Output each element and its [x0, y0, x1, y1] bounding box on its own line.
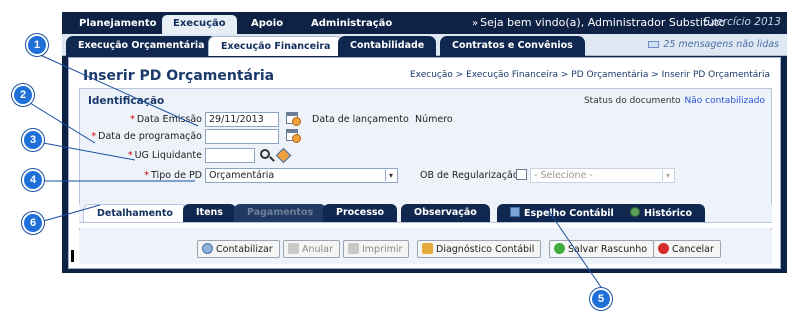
detail-tabs: Detalhamento Itens Pagamentos Processo O…: [79, 204, 772, 222]
chevron-down-icon: ▾: [385, 170, 396, 181]
menu-administracao[interactable]: Administração: [300, 15, 403, 34]
status-value: Não contabilizado: [684, 96, 766, 106]
welcome-message: » Seja bem vindo(a), Administrador Substi…: [472, 16, 725, 29]
salvar-rascunho-button[interactable]: Salvar Rascunho: [549, 240, 655, 258]
callout-4: 4: [22, 169, 44, 191]
data-emissao-input[interactable]: [205, 112, 279, 127]
main-menu-bar: Planejamento Execução Apoio Administraçã…: [62, 12, 787, 34]
tab-processo[interactable]: Processo: [323, 204, 398, 222]
calendar-icon[interactable]: [286, 129, 301, 143]
tab-execucao-financeira[interactable]: Execução Financeira: [208, 36, 344, 56]
welcome-text: Seja bem vindo(a), Administrador Substit…: [480, 16, 726, 29]
exercicio-label: Exercício 2013: [703, 16, 782, 28]
splitter-handle[interactable]: [71, 250, 74, 262]
contabilizar-button[interactable]: Contabilizar: [197, 240, 280, 258]
messages-text: 25 mensagens não lidas: [663, 39, 779, 50]
ug-liquidante-input[interactable]: [205, 148, 255, 163]
cancelar-button[interactable]: Cancelar: [653, 240, 721, 258]
undo-icon: [288, 243, 299, 254]
status-label: Status do documento: [583, 96, 681, 106]
document-status: Status do documento Não contabilizado: [584, 96, 765, 106]
section-title-identificacao: Identificação: [88, 95, 165, 107]
menu-execucao[interactable]: Execução: [162, 15, 237, 34]
menu-apoio[interactable]: Apoio: [240, 15, 294, 34]
callout-1: 1: [26, 34, 48, 56]
callout-3: 3: [22, 129, 44, 151]
gear-icon: [202, 243, 213, 254]
save-icon: [554, 243, 565, 254]
tipo-pd-label: * Tipo de PD: [144, 170, 202, 181]
tab-historico[interactable]: Histórico: [617, 204, 706, 222]
callout-5: 5: [590, 288, 612, 310]
diagnostic-icon: [422, 243, 433, 254]
cancel-icon: [658, 243, 669, 254]
mail-icon: [648, 41, 660, 48]
calendar-icon[interactable]: [286, 112, 301, 126]
search-icon[interactable]: [260, 149, 270, 159]
page-title: Inserir PD Orçamentária: [83, 68, 275, 84]
chevron-down-icon: ▾: [662, 170, 673, 181]
globe-icon: [630, 207, 640, 217]
callout-2: 2: [12, 84, 34, 106]
data-lancamento-label: Data de lançamento: [312, 114, 409, 125]
tab-execucao-orcamentaria[interactable]: Execução Orçamentária: [66, 36, 217, 56]
grid-icon: [510, 207, 520, 217]
ob-select-value: - Selecione -: [534, 170, 593, 181]
tab-observacao[interactable]: Observação: [401, 204, 490, 222]
tipo-pd-select[interactable]: Orçamentária ▾: [205, 168, 398, 183]
clear-icon[interactable]: [275, 147, 292, 164]
numero-label: Número: [415, 114, 453, 125]
tab-content-divider: [79, 222, 772, 228]
tab-contratos-convenios[interactable]: Contratos e Convênios: [440, 36, 585, 56]
tab-itens[interactable]: Itens: [183, 204, 236, 222]
tab-detalhamento[interactable]: Detalhamento: [83, 204, 187, 222]
chevron-right-icon: »: [472, 18, 479, 29]
tab-pagamentos: Pagamentos: [234, 204, 327, 222]
messages-link[interactable]: 25 mensagens não lidas: [648, 39, 779, 50]
tab-contabilidade[interactable]: Contabilidade: [338, 36, 437, 56]
printer-icon: [348, 243, 359, 254]
anular-button[interactable]: Anular: [283, 240, 340, 258]
breadcrumb: Execução > Execução Financeira > PD Orça…: [409, 70, 770, 80]
ob-regularizacao-checkbox[interactable]: [516, 169, 527, 180]
submenu-bar: Execução Orçamentária Execução Financeir…: [62, 34, 787, 56]
ob-regularizacao-label: OB de Regularização: [420, 170, 519, 181]
ob-select[interactable]: - Selecione - ▾: [530, 168, 675, 183]
main-content: Inserir PD Orçamentária Execução > Execu…: [68, 57, 781, 269]
application-window: Planejamento Execução Apoio Administraçã…: [62, 12, 787, 273]
callout-6: 6: [22, 212, 44, 234]
imprimir-button[interactable]: Imprimir: [343, 240, 410, 258]
tab-espelho-contabil-label: Espelho Contábil: [524, 208, 614, 219]
data-programacao-label: * Data de programação: [91, 131, 202, 142]
data-emissao-label: * Data Emissão: [130, 114, 202, 125]
ug-liquidante-label: * UG Liquidante: [127, 150, 202, 161]
tab-historico-label: Histórico: [644, 208, 693, 219]
tipo-pd-value: Orçamentária: [209, 170, 275, 181]
tab-espelho-contabil[interactable]: Espelho Contábil: [497, 204, 627, 222]
action-toolbar: Contabilizar Anular Imprimir Diagnóstico…: [79, 230, 772, 264]
menu-planejamento[interactable]: Planejamento: [68, 15, 168, 34]
data-programacao-input[interactable]: [205, 129, 279, 144]
diagnostico-contabil-button[interactable]: Diagnóstico Contábil: [417, 240, 542, 258]
